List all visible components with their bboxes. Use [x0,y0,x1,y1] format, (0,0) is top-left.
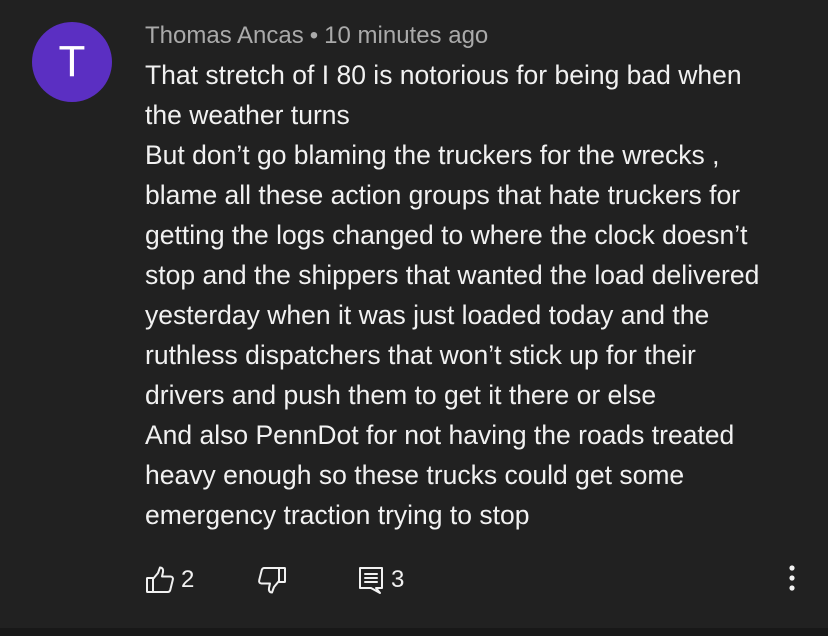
comment-line: drivers and push them to get it there or… [145,380,657,410]
timestamp[interactable]: 10 minutes ago [324,22,488,49]
dislike-button[interactable] [257,560,287,600]
comment-body: That stretch of I 80 is notorious for be… [145,55,815,535]
more-options-button[interactable] [780,560,804,600]
comment-line: emergency traction trying to stop [145,500,530,530]
comment-line: ruthless dispatchers that won’t stick up… [145,340,696,370]
avatar-letter: T [58,37,86,86]
comment-line: heavy enough so these trucks could get s… [145,460,685,490]
comment-card: T Thomas Ancas • 10 minutes ago That stret… [0,0,828,628]
separator-dot: • [309,22,319,49]
thumbs-down-icon [257,565,287,595]
comment-line: stop and the shippers that wanted the lo… [145,260,760,290]
comment-line: But don’t go blaming the truckers for th… [145,140,720,170]
comment-line: yesterday when it was just loaded today … [145,300,710,330]
comment-icon [357,565,385,595]
reply-count: 3 [391,566,405,593]
thumbs-up-icon [145,565,175,595]
author-name[interactable]: Thomas Ancas [145,22,304,49]
comment-actions: 2 3 [145,560,815,600]
comment-line: getting the logs changed to where the cl… [145,220,748,250]
bottom-divider [0,628,828,636]
replies-button[interactable]: 3 [357,560,404,600]
comment-line: That stretch of I 80 is notorious for be… [145,60,742,90]
avatar[interactable]: T [32,22,112,102]
like-count: 2 [181,566,195,593]
comment-line: the weather turns [145,100,350,130]
more-vertical-icon [789,564,795,596]
comment-line: blame all these action groups that hate … [145,180,741,210]
like-button[interactable]: 2 [145,560,194,600]
comment-line: And also PennDot for not having the road… [145,420,735,450]
comment-header: Thomas Ancas • 10 minutes ago [145,20,488,52]
